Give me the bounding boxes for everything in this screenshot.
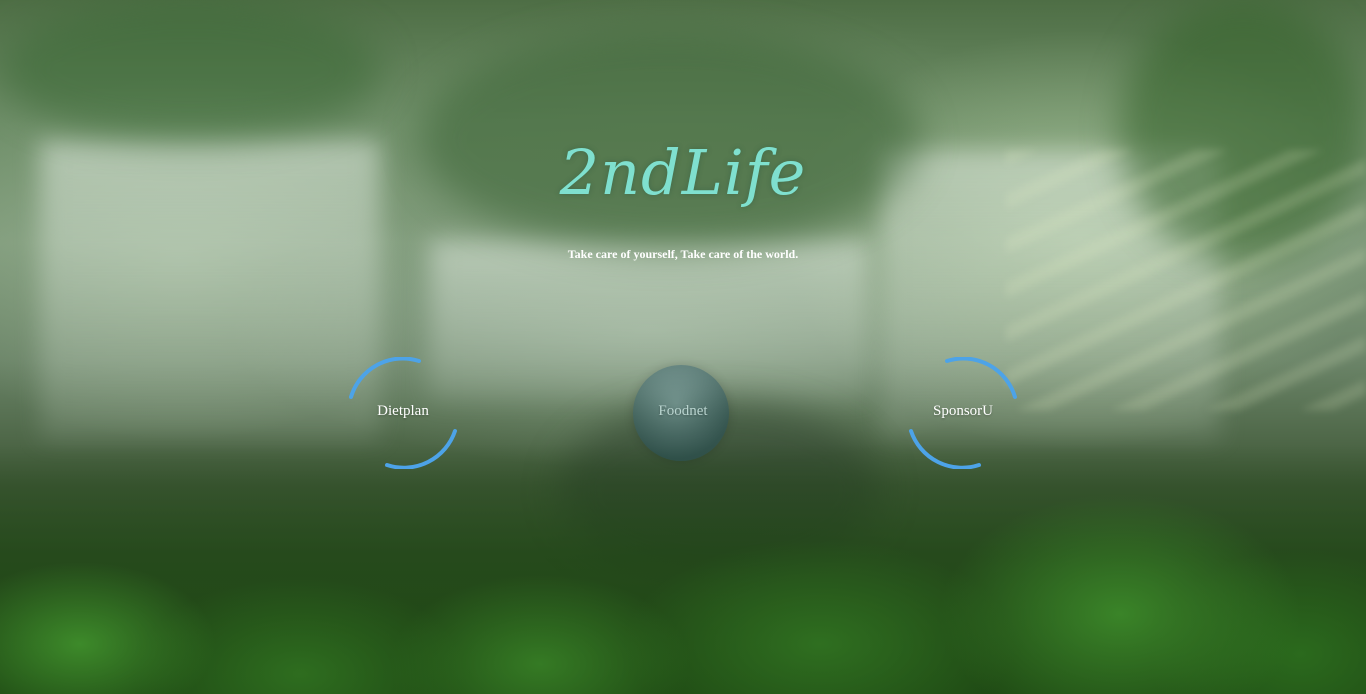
nav-item-dietplan[interactable]: Dietplan xyxy=(347,357,459,469)
tagline: Take care of yourself, Take care of the … xyxy=(567,247,799,261)
nav-item-sponsoru[interactable]: SponsorU xyxy=(907,357,1019,469)
nav-label-dietplan: Dietplan xyxy=(377,403,429,419)
background-waterfall-image xyxy=(0,0,1366,694)
site-logo[interactable]: 2ndLife xyxy=(560,142,807,204)
nav-item-foodnet[interactable]: Foodnet xyxy=(627,357,739,469)
nav-label-foodnet: Foodnet xyxy=(658,403,708,419)
brand-header: 2ndLife xyxy=(0,142,1366,204)
nav-label-sponsoru: SponsorU xyxy=(932,403,993,419)
